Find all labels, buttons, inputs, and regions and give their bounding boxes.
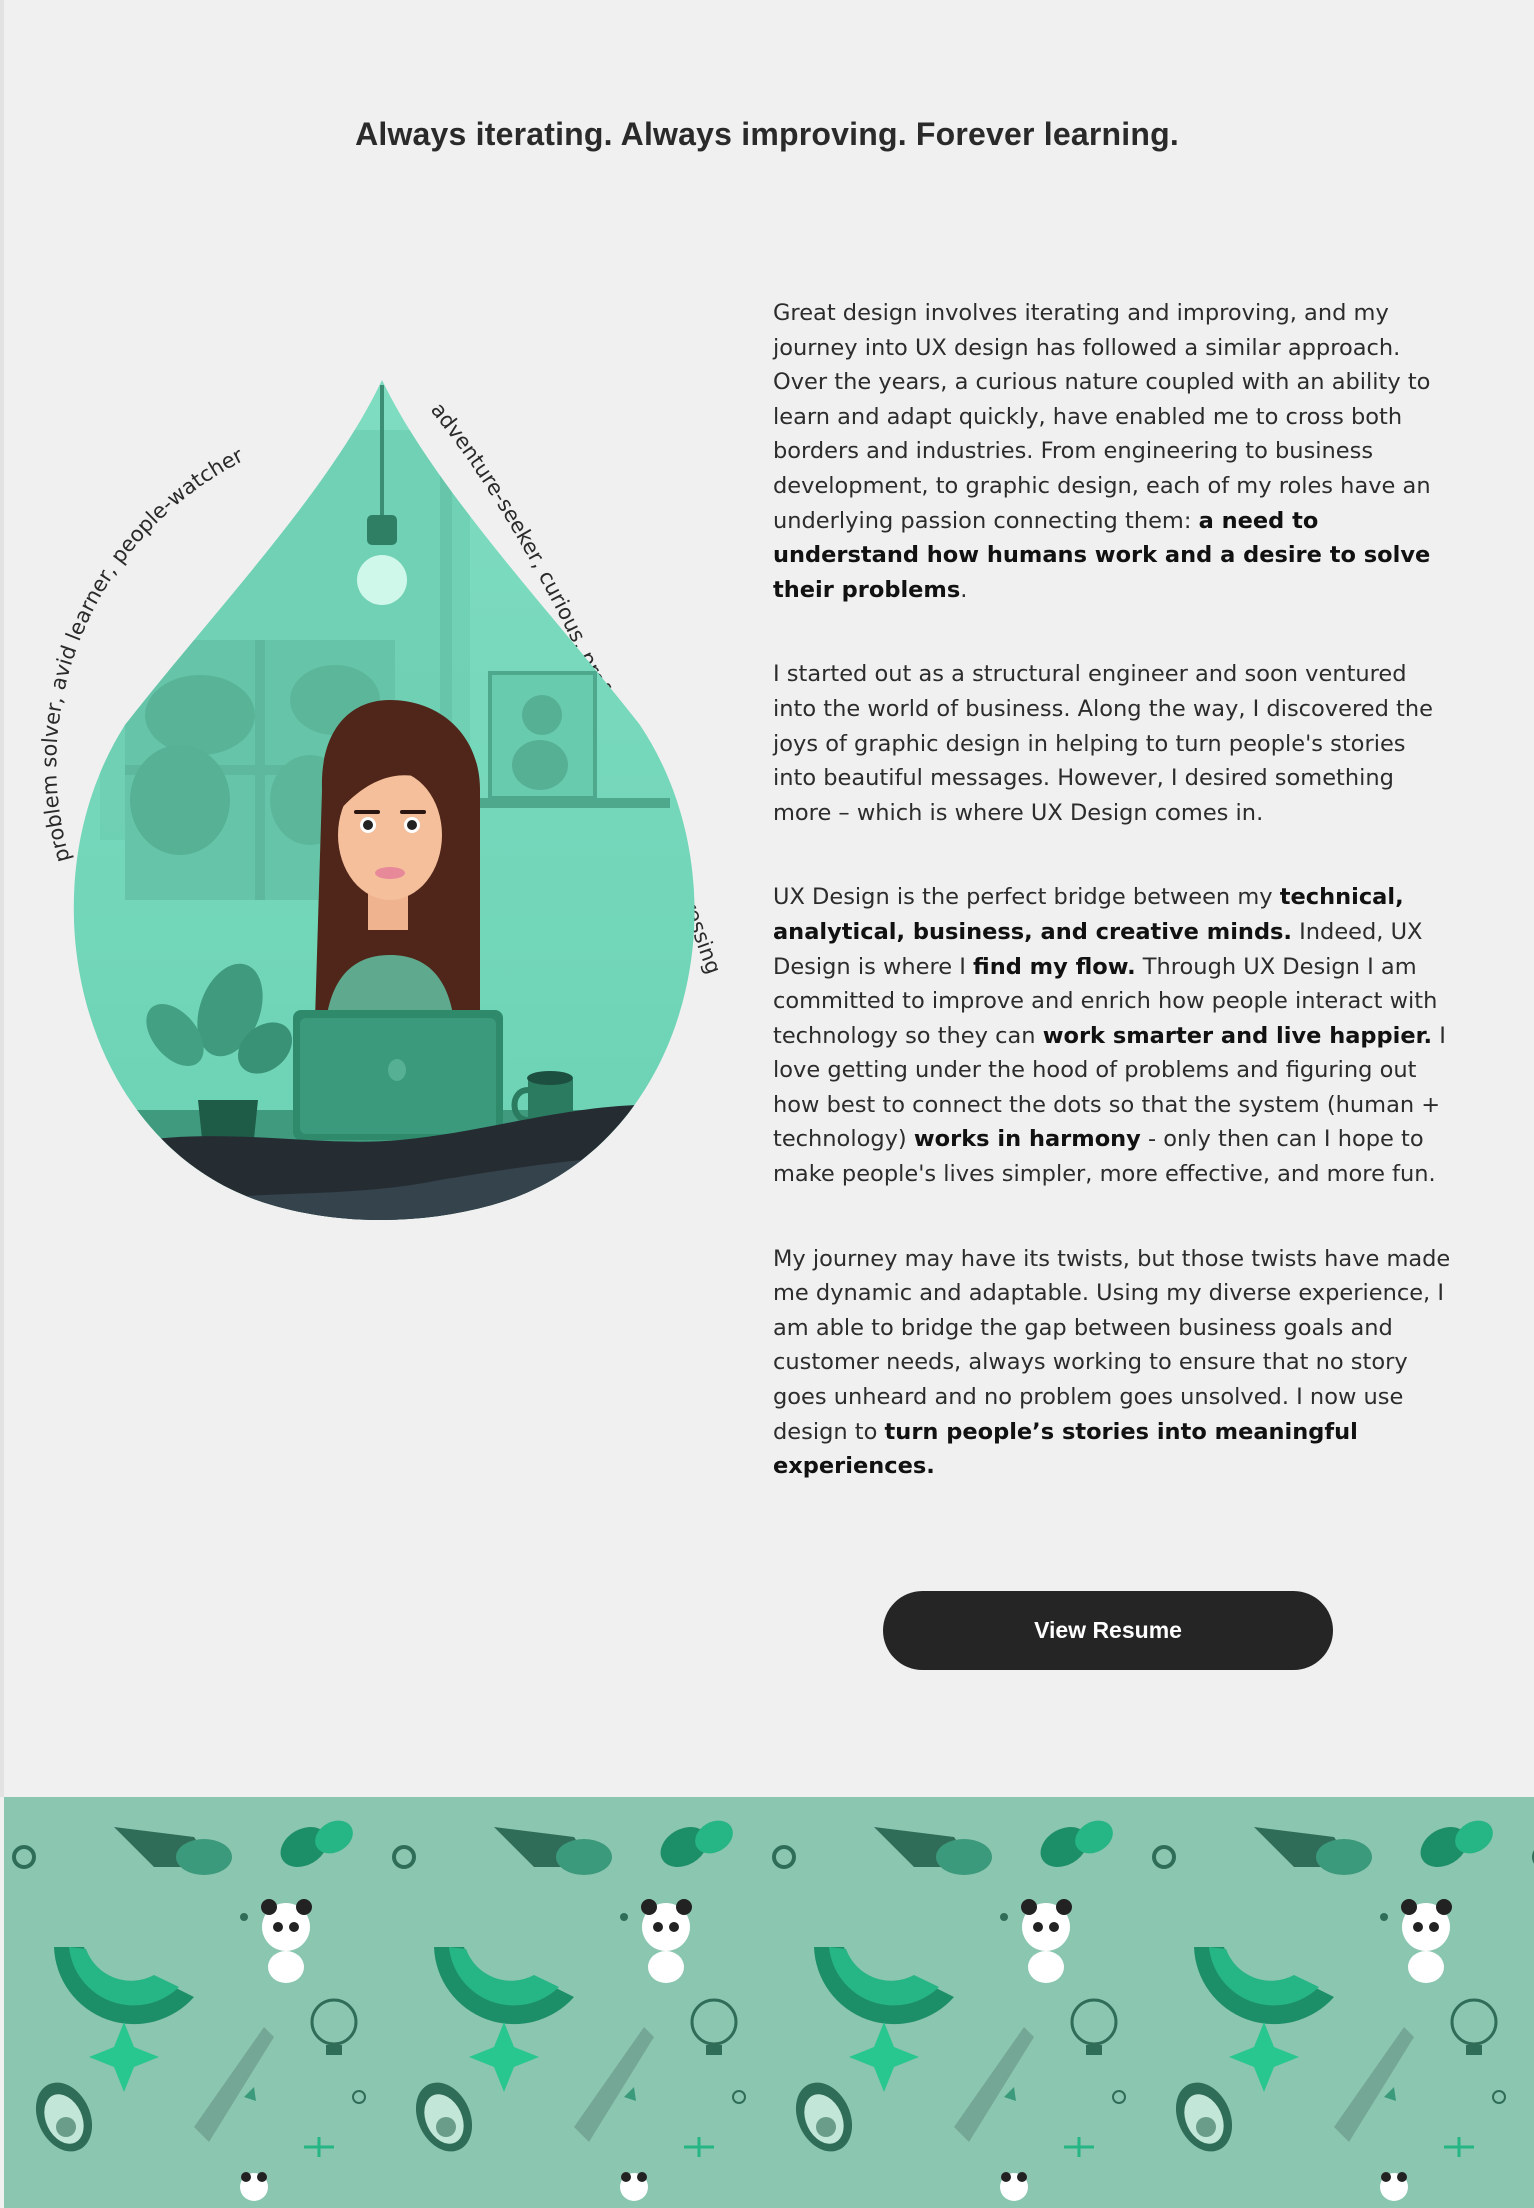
view-resume-button[interactable]: View Resume xyxy=(883,1591,1333,1670)
decorative-pattern-footer xyxy=(4,1797,1534,2208)
drop-shape xyxy=(73,380,695,1220)
laptop-icon xyxy=(293,1010,503,1140)
bio-paragraph-2: I started out as a structural engineer a… xyxy=(773,661,1433,826)
framed-picture xyxy=(488,671,597,800)
bio-section: Great design involves iterating and impr… xyxy=(773,296,1453,1534)
page-title: Always iterating. Always improving. Fore… xyxy=(355,116,1179,152)
page-edge-line xyxy=(0,0,4,1797)
bio-paragraph-4: My journey may have its twists, but thos… xyxy=(773,1245,1451,1480)
avatar-person xyxy=(315,700,480,1030)
bio-paragraph-3: UX Design is the perfect bridge between … xyxy=(773,884,1446,1188)
bio-paragraph-1: Great design involves iterating and impr… xyxy=(773,300,1431,603)
avatar-illustration: problem solver, avid learner, people-wat… xyxy=(40,380,726,1220)
